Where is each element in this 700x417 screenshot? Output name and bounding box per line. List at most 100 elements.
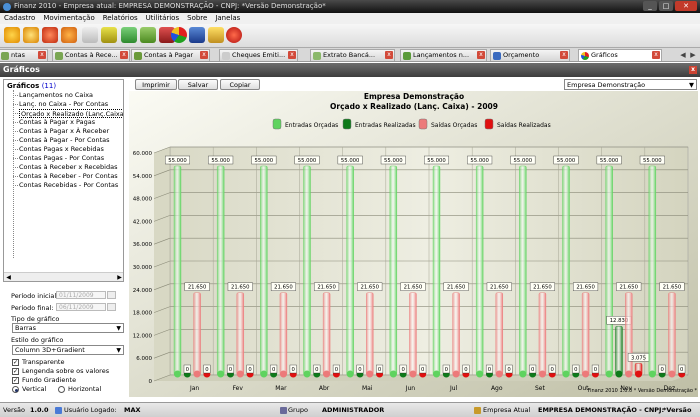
minimize-button[interactable]: _ bbox=[643, 1, 657, 11]
gradient-checkbox[interactable]: ✓ Fundo Gradiente bbox=[12, 376, 76, 384]
version-value: 1.0.0 bbox=[30, 406, 49, 414]
calendar-icon[interactable] bbox=[107, 291, 116, 299]
save-disk-icon[interactable] bbox=[189, 27, 205, 43]
tree-item[interactable]: Lanç. no Caixa - Por Contas bbox=[19, 100, 108, 109]
tab-scroll-left-icon[interactable]: ◀ bbox=[679, 50, 687, 60]
tab-contas[interactable]: ntas x bbox=[0, 49, 48, 61]
chart-subtitle: Orçado x Realizado (Lanç. Caixa) - 2009 bbox=[330, 102, 498, 111]
calendar-icon[interactable] bbox=[107, 303, 116, 311]
bar-base-2 bbox=[279, 370, 287, 378]
scroll-left-icon[interactable]: ◀ bbox=[4, 273, 13, 281]
clients-icon[interactable] bbox=[23, 27, 39, 43]
tree-item[interactable]: Contas Pagas x Recebidas bbox=[19, 145, 104, 154]
bar-2 bbox=[409, 292, 417, 376]
data-label: 55.000 bbox=[211, 158, 230, 164]
menu-utilitarios[interactable]: Utilitários bbox=[142, 13, 184, 24]
tree-item[interactable]: Contas Pagas - Por Contas bbox=[19, 154, 104, 163]
close-icon[interactable]: x bbox=[200, 51, 208, 59]
suppliers-icon[interactable] bbox=[42, 27, 58, 43]
data-label: 21.650 bbox=[490, 285, 509, 291]
orcado-realizado-chart: Empresa DemonstraçãoOrçado x Realizado (… bbox=[129, 91, 698, 397]
data-label: 21.650 bbox=[360, 285, 379, 291]
pencil-icon[interactable] bbox=[101, 27, 117, 43]
panel-close-icon[interactable]: x bbox=[689, 66, 697, 74]
money-bag-icon[interactable] bbox=[61, 27, 77, 43]
close-icon[interactable]: x bbox=[120, 51, 128, 59]
bills-icon[interactable] bbox=[140, 27, 156, 43]
bar-base-0 bbox=[648, 370, 656, 378]
menu-cadastro[interactable]: Cadastro bbox=[0, 13, 39, 24]
version-label: Versão bbox=[3, 406, 25, 414]
tab-lancamentos[interactable]: Lançamentos n... x bbox=[400, 49, 487, 61]
horizontal-radio[interactable]: Horizontal bbox=[58, 385, 101, 393]
menu-movimentacao[interactable]: Movimentação bbox=[39, 13, 98, 24]
bar-base-0 bbox=[562, 370, 570, 378]
bar-base-2 bbox=[668, 370, 676, 378]
horizontal-label: Horizontal bbox=[68, 385, 102, 393]
bar-base-0 bbox=[605, 370, 613, 378]
period-end-input[interactable]: 06/11/2009 bbox=[56, 303, 106, 311]
save-button[interactable]: Salvar bbox=[178, 79, 218, 90]
close-icon[interactable]: x bbox=[385, 51, 393, 59]
tab-cheques[interactable]: Cheques Emiti... x bbox=[219, 49, 298, 61]
tab-scroll-right-icon[interactable]: ▶ bbox=[689, 50, 697, 60]
chart-type-select[interactable]: Barras ▼ bbox=[12, 323, 124, 333]
tree-item[interactable]: Orçado x Realizado (Lanç.Caixa) bbox=[19, 109, 123, 118]
close-icon[interactable]: x bbox=[38, 51, 46, 59]
pie-chart-icon[interactable] bbox=[171, 27, 187, 43]
close-button[interactable]: ✕ bbox=[675, 1, 697, 11]
close-icon[interactable]: x bbox=[652, 51, 660, 59]
users-icon[interactable] bbox=[4, 27, 20, 43]
data-label: 21.650 bbox=[317, 285, 336, 291]
tab-graficos[interactable]: Gráficos x bbox=[578, 49, 662, 61]
transparent-label: Transparente bbox=[22, 358, 65, 366]
menu-janelas[interactable]: Janelas bbox=[211, 13, 244, 24]
version-tag: *Versão bbox=[663, 406, 692, 414]
menu-relatorios[interactable]: Relatórios bbox=[99, 13, 142, 24]
close-icon[interactable]: x bbox=[560, 51, 568, 59]
cheque-icon[interactable] bbox=[82, 27, 98, 43]
chart-list-panel: Gráficos (11) Lançamentos no Caixa Lanç. … bbox=[3, 79, 124, 282]
menu-sobre[interactable]: Sobre bbox=[183, 13, 211, 24]
tree-item[interactable]: Contas à Pagar - Por Contas bbox=[19, 136, 110, 145]
tab-orcamento[interactable]: Orçamento x bbox=[490, 49, 570, 61]
vertical-radio[interactable]: Vertical bbox=[12, 385, 46, 393]
print-button[interactable]: Imprimir bbox=[135, 79, 177, 90]
toolbar bbox=[0, 24, 700, 48]
copy-button[interactable]: Copiar bbox=[220, 79, 260, 90]
gradient-label: Fundo Gradiente bbox=[22, 376, 77, 384]
data-label: 55.000 bbox=[168, 158, 187, 164]
period-start-input[interactable]: 01/11/2009 bbox=[56, 291, 106, 299]
chart-style-select[interactable]: Column 3D+Gradient ▼ bbox=[12, 345, 124, 355]
legend-checkbox[interactable]: ✓ Lengenda sobre os valores bbox=[12, 367, 109, 375]
bar-0 bbox=[303, 165, 311, 376]
power-icon[interactable] bbox=[226, 27, 242, 43]
bar-base-2 bbox=[366, 370, 374, 378]
tree-count: (11) bbox=[41, 82, 57, 90]
x-tick-label: Jun bbox=[405, 385, 416, 392]
company-select[interactable]: Empresa Demonstração ▼ bbox=[564, 79, 697, 90]
tab-contas-pagar[interactable]: Contas à Pagar x bbox=[131, 49, 210, 61]
close-icon[interactable]: x bbox=[477, 51, 485, 59]
tree-item[interactable]: Contas à Receber x Recebidas bbox=[19, 163, 117, 172]
transparent-checkbox[interactable]: ✓ Transparente bbox=[12, 358, 64, 366]
tab-contas-receber[interactable]: Contas à Rece... x bbox=[52, 49, 130, 61]
bar-2 bbox=[193, 292, 201, 376]
tab-label: Cheques Emiti... bbox=[232, 51, 286, 59]
tree-root[interactable]: Gráficos (11) bbox=[7, 82, 56, 90]
cash-icon[interactable] bbox=[121, 27, 137, 43]
tree-item[interactable]: Contas Recebidas - Por Contas bbox=[19, 181, 118, 190]
chart-footer: Finanz 2010 1.0.0 * Versão Demonstração … bbox=[588, 388, 698, 394]
y-tick-label: 54.000 bbox=[133, 174, 153, 180]
tab-extrato[interactable]: Extrato Bancá... x bbox=[310, 49, 395, 61]
user-value: MAX bbox=[124, 406, 141, 414]
tree-item[interactable]: Contas à Pagar x Pagas bbox=[19, 118, 95, 127]
close-icon[interactable]: x bbox=[288, 51, 296, 59]
tools-icon[interactable] bbox=[208, 27, 224, 43]
tree-item[interactable]: Lançamentos no Caixa bbox=[19, 91, 93, 100]
horizontal-scrollbar[interactable]: ◀ ▶ bbox=[4, 272, 123, 281]
tree-item[interactable]: Contas à Receber - Por Contas bbox=[19, 172, 118, 181]
scroll-right-icon[interactable]: ▶ bbox=[115, 273, 123, 281]
maximize-button[interactable]: □ bbox=[659, 1, 673, 11]
tree-item[interactable]: Contas à Pagar x À Receber bbox=[19, 127, 109, 136]
